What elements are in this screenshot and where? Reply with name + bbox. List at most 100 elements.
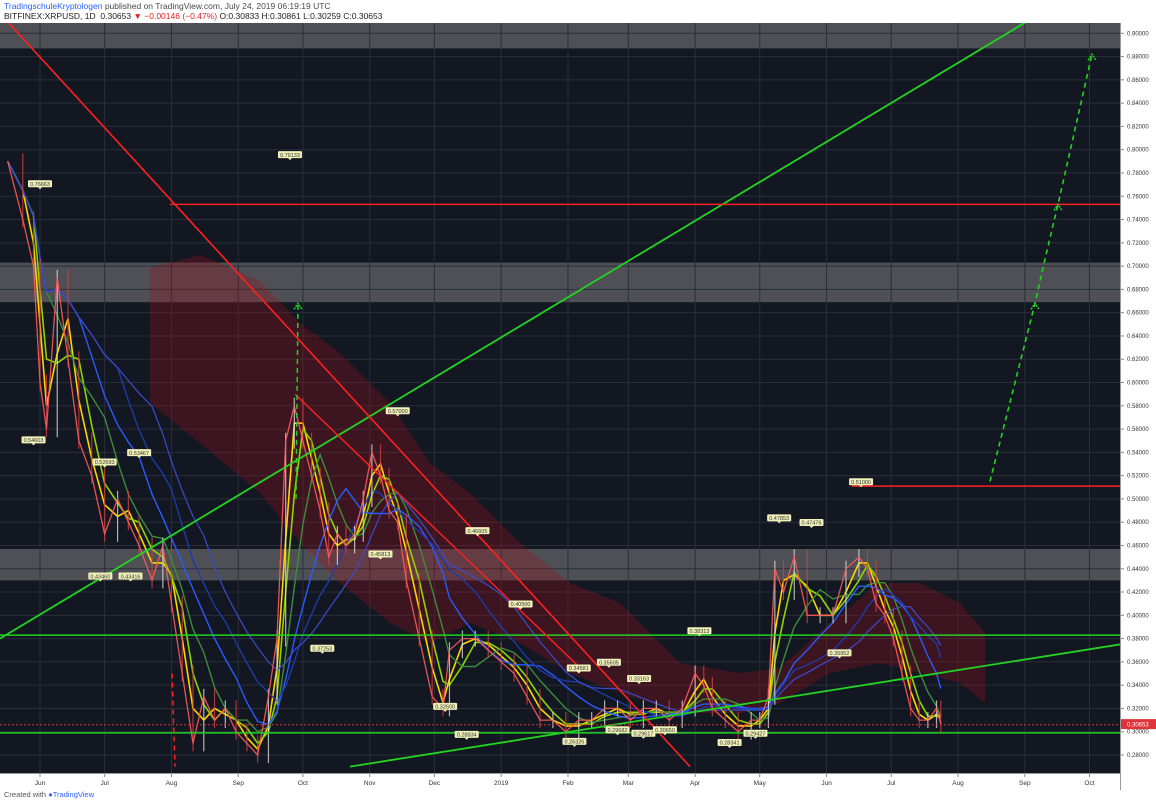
annotation-label: 0.45813 (371, 552, 391, 558)
current-price-label: 0.30653 (1127, 723, 1149, 729)
time-tick-label: Jul (100, 780, 109, 787)
tradingview-brand[interactable]: TradingView (53, 790, 94, 799)
price-annotation: 0.52693 (92, 458, 117, 468)
price-tick-label: 0.48000 (1127, 520, 1149, 526)
annotation-label: 0.28341 (720, 741, 740, 747)
price-tick-label: 0.28000 (1127, 753, 1149, 759)
price-tick-label: 0.52000 (1127, 474, 1149, 480)
price-annotation: 0.37253 (310, 644, 335, 654)
price-tick-label: 0.70000 (1127, 264, 1149, 270)
price-tick-label: 0.54000 (1127, 450, 1149, 456)
annotation-label: 0.43416 (121, 574, 141, 580)
price-annotation: 0.51000 (849, 478, 874, 488)
price-tick-label: 0.30000 (1127, 730, 1149, 736)
annotation-label: 0.29617 (633, 731, 653, 737)
chart-plot-area[interactable]: 0.76663 0.54603 0.52693 0.53467 0.43460 0.434… (0, 23, 1120, 773)
time-tick-label: Sep (1019, 780, 1031, 787)
ma-blue-3 (7, 161, 942, 713)
time-tick-label: Feb (562, 780, 574, 787)
symbol-name: BITFINEX:XRPUSD, 1D (4, 11, 96, 21)
symbol-line: BITFINEX:XRPUSD, 1D 0.30653 ▼ −0.00146 (… (4, 11, 383, 21)
annotation-label: 0.46605 (468, 529, 488, 535)
price-annotation: 0.79133 (277, 151, 302, 161)
price-tick-label: 0.72000 (1127, 241, 1149, 247)
price-annotation: 0.43460 (88, 572, 113, 582)
price-annotation: 0.29617 (631, 729, 656, 739)
price-tick-label: 0.38000 (1127, 637, 1149, 643)
time-tick-label: Jun (35, 780, 46, 787)
price-tick-label: 0.42000 (1127, 590, 1149, 596)
publish-line: TradingschuleKryptologen published on Tr… (4, 1, 331, 11)
annotation-label: 0.54603 (24, 438, 44, 444)
price-tick-label: 0.50000 (1127, 497, 1149, 503)
time-axis-labels: Jun Jul Aug Sep Oct Nov Dec 2019 Feb Mar Apr May Jun… (35, 774, 1095, 787)
annotation-label: 0.28834 (457, 733, 477, 739)
price-annotation: 0.35605 (596, 658, 621, 668)
zone-band (0, 23, 1120, 49)
price-tick-label: 0.86000 (1127, 78, 1149, 84)
price-annotation: 0.57000 (385, 407, 410, 417)
time-tick-label: Aug (166, 780, 178, 787)
time-tick-label: Dec (429, 780, 441, 787)
time-tick-label: Jun (821, 780, 832, 787)
red-dashed-drop (171, 673, 176, 767)
price-tick-label: 0.40000 (1127, 613, 1149, 619)
price-tick-label: 0.56000 (1127, 427, 1149, 433)
price-chart: 0.76663 0.54603 0.52693 0.53467 0.43460 0.434… (0, 23, 1120, 773)
time-tick-label: Sep (232, 780, 244, 787)
price-tick-label: 0.60000 (1127, 381, 1149, 387)
annotation-label: 0.33163 (629, 677, 649, 683)
annotation-label: 0.53467 (129, 451, 149, 457)
price-tick-label: 0.76000 (1127, 194, 1149, 200)
author-link[interactable]: TradingschuleKryptologen (4, 1, 102, 11)
ma-green-slow (7, 160, 942, 733)
price-tick-label: 0.64000 (1127, 334, 1149, 340)
price-annotation: 0.30650 (652, 726, 677, 736)
last-price: 0.30653 (100, 11, 132, 21)
annotation-label: 0.29427 (746, 731, 766, 737)
price-tick-label: 0.32000 (1127, 706, 1149, 712)
price-tick-label: 0.78000 (1127, 171, 1149, 177)
time-axis[interactable]: Jun Jul Aug Sep Oct Nov Dec 2019 Feb Mar Apr May Jun… (0, 773, 1120, 791)
green-trend-line-low (349, 643, 1120, 768)
annotation-label: 0.34581 (569, 666, 589, 672)
price-axis[interactable]: 0.920000.900000.880000.860000.840000.820… (1120, 23, 1156, 790)
annotation-label: 0.47853 (769, 516, 789, 522)
price-tick-label: 0.66000 (1127, 311, 1149, 317)
annotation-label: 0.51000 (851, 480, 871, 486)
time-tick-label: Oct (1084, 780, 1094, 787)
annotation-label: 0.37253 (312, 646, 332, 652)
time-tick-label: Mar (623, 780, 635, 787)
annotation-label: 0.38313 (689, 629, 709, 635)
price-annotation: 0.47853 (767, 514, 792, 524)
price-tick-label: 0.68000 (1127, 287, 1149, 293)
price-annotation: 0.26326 (562, 737, 587, 747)
price-annotation: 0.34581 (566, 664, 591, 674)
price-annotation: 0.28834 (454, 730, 479, 740)
price-annotation: 0.29427 (743, 729, 768, 739)
price-tick-label: 0.82000 (1127, 124, 1149, 130)
annotation-label: 0.52693 (95, 460, 115, 466)
time-tick-label: Apr (690, 780, 701, 787)
annotation-label: 0.35605 (599, 660, 619, 666)
publish-text: published on TradingView.com, July 24, 2… (104, 1, 331, 11)
price-tick-label: 0.46000 (1127, 543, 1149, 549)
price-annotation: 0.28341 (717, 739, 742, 749)
price-annotation: 0.46605 (465, 527, 490, 537)
annotation-label: 0.30650 (655, 728, 675, 734)
annotation-label: 0.79133 (280, 153, 300, 159)
created-with: Created with ●TradingView (4, 790, 94, 799)
time-tick-label: Oct (298, 780, 308, 787)
time-tick-label: May (754, 780, 767, 787)
time-tick-label: Jul (887, 780, 896, 787)
price-tick-label: 0.74000 (1127, 218, 1149, 224)
annotation-label: 0.43460 (90, 574, 110, 580)
footer: Created with ●TradingView (0, 790, 1156, 800)
price-tick-label: 0.80000 (1127, 148, 1149, 154)
time-tick-label: 2019 (494, 780, 509, 787)
price-annotation: 0.47476 (799, 519, 824, 529)
price-annotation: 0.40500 (508, 600, 533, 610)
price-tick-label: 0.88000 (1127, 55, 1149, 61)
price-tick-label: 0.36000 (1127, 660, 1149, 666)
price-tick-label: 0.62000 (1127, 357, 1149, 363)
